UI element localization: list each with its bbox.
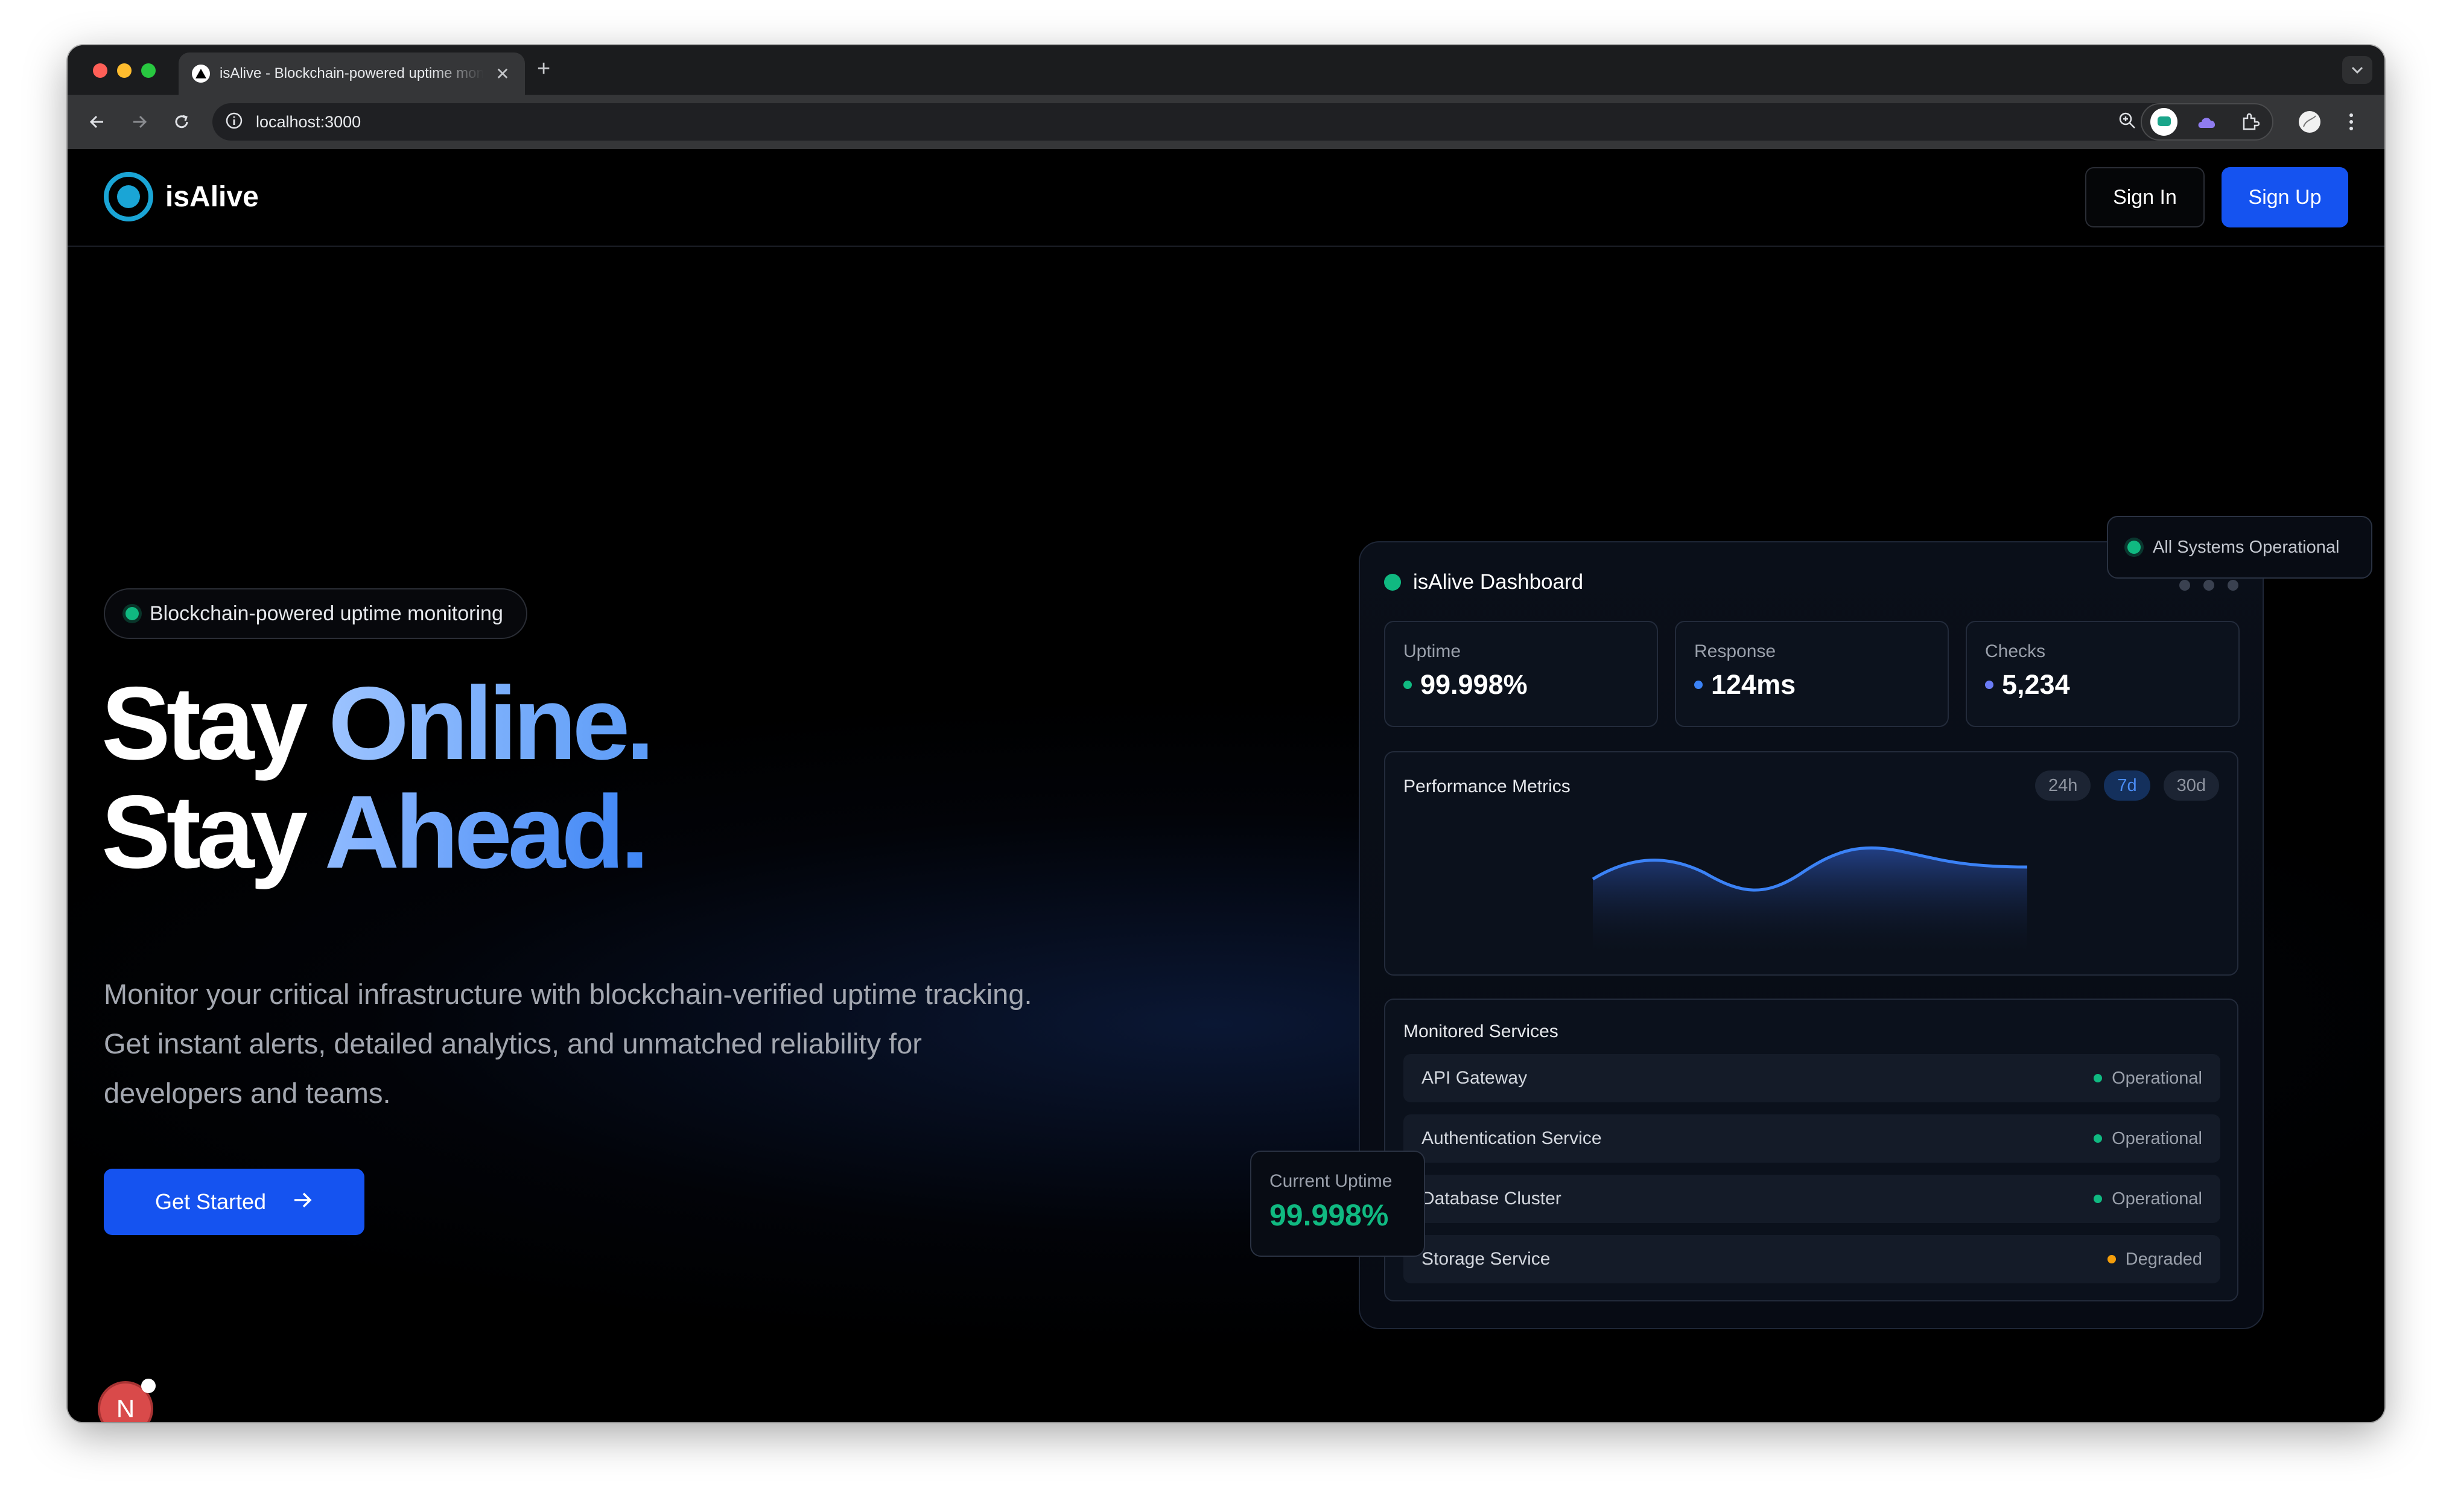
favicon-icon [192,65,210,83]
site-info-icon[interactable] [224,111,244,133]
dashboard-preview: isAlive Dashboard Uptime 99.998% Respons… [1359,541,2264,1329]
extension-cloud-icon[interactable] [2193,108,2220,136]
browser-tab-active[interactable]: isAlive - Blockchain-powered uptime moni… [179,52,525,95]
extension-chat-icon[interactable] [2150,108,2178,136]
performance-sparkline [1592,846,2028,958]
sign-up-button[interactable]: Sign Up [2222,167,2348,227]
browser-toolbar: localhost:3000 [68,95,2384,149]
current-uptime-value: 99.998% [1269,1198,1389,1232]
status-dot-icon [2094,1195,2103,1203]
brand-logo[interactable]: isAlive [104,172,259,221]
systems-status-text: All Systems Operational [2153,537,2340,557]
close-window-button[interactable] [93,63,107,78]
extensions-group [2141,103,2273,141]
service-row[interactable]: Database Cluster Operational [1403,1175,2220,1223]
hero-badge: Blockchain-powered uptime monitoring [104,588,527,639]
tab-strip: isAlive - Blockchain-powered uptime moni… [68,45,2384,95]
browser-window: isAlive - Blockchain-powered uptime moni… [68,45,2384,1422]
status-dot-icon [2107,1255,2116,1263]
stat-value: 99.998% [1420,669,1528,700]
status-dot-icon [2094,1134,2103,1143]
new-tab-icon[interactable]: + [537,56,550,82]
service-status: Operational [2112,1189,2202,1209]
extensions-puzzle-icon[interactable] [2237,108,2264,136]
stat-card-uptime: Uptime 99.998% [1384,621,1658,727]
site-navbar: isAlive Sign In Sign Up [68,149,2384,247]
headline-line1-gradient: Online. [328,665,655,781]
stat-dot-icon [1694,681,1703,689]
address-bar[interactable]: localhost:3000 [212,103,2185,141]
zoom-icon[interactable] [2118,111,2137,133]
stat-dot-icon [1403,681,1412,689]
service-status: Degraded [2125,1249,2202,1269]
hero-description: Monitor your critical infrastructure wit… [104,978,1032,1109]
dev-tools-badge[interactable]: N [98,1379,156,1422]
forward-arrow-icon[interactable] [127,109,152,135]
dev-badge-letter: N [116,1394,135,1422]
browser-menu-icon[interactable] [2342,109,2360,135]
window-dots-icon [2179,580,2238,591]
status-dot-icon [2094,1074,2103,1082]
performance-panel: Performance Metrics 24h 7d 30d [1384,751,2238,976]
hero-headline: Stay Online. Stay Ahead. [101,669,655,886]
logo-ring-icon [104,172,153,221]
headline-line1-white: Stay [101,665,308,781]
profile-avatar-icon[interactable] [2296,109,2323,135]
current-uptime-card: Current Uptime 99.998% [1250,1151,1425,1257]
service-name: Database Cluster [1421,1189,1561,1209]
services-panel: Monitored Services API Gateway Operation… [1384,999,2238,1301]
service-name: Storage Service [1421,1249,1551,1269]
current-uptime-label: Current Uptime [1269,1171,1393,1191]
status-dot-icon [125,607,139,620]
headline-line2-white: Stay [101,774,308,890]
stat-label: Uptime [1403,641,1461,661]
service-name: API Gateway [1421,1068,1528,1088]
service-name: Authentication Service [1421,1128,1602,1148]
brand-name: isAlive [165,180,259,213]
dashboard-header: isAlive Dashboard [1384,570,1583,594]
stat-dot-icon [1985,681,1993,689]
stat-label: Response [1694,641,1776,661]
stat-card-checks: Checks 5,234 [1966,621,2240,727]
get-started-button[interactable]: Get Started [104,1169,364,1235]
notification-dot-icon [141,1379,156,1393]
service-status: Operational [2112,1128,2202,1148]
systems-status-pill: All Systems Operational [2107,516,2372,579]
arrow-right-icon [293,1189,313,1215]
dashboard-title: isAlive Dashboard [1413,570,1584,594]
minimize-window-button[interactable] [117,63,132,78]
maximize-window-button[interactable] [141,63,156,78]
tab-search-button[interactable] [2342,56,2372,84]
service-row[interactable]: Storage Service Degraded [1403,1235,2220,1283]
tab-title: isAlive - Blockchain-powered uptime moni… [220,65,484,81]
stat-value: 5,234 [2002,669,2070,700]
close-tab-icon[interactable]: ✕ [494,64,512,84]
service-status: Operational [2112,1068,2202,1088]
sign-in-button[interactable]: Sign In [2085,167,2205,227]
stat-label: Checks [1985,641,2046,661]
services-title: Monitored Services [1403,1021,1558,1041]
status-dot-icon [1384,574,1401,591]
service-row[interactable]: Authentication Service Operational [1403,1114,2220,1163]
get-started-label: Get Started [154,1189,267,1214]
service-row[interactable]: API Gateway Operational [1403,1054,2220,1102]
headline-line2-gradient: Ahead. [324,774,649,890]
back-arrow-icon[interactable] [84,109,110,135]
page-viewport: isAlive Sign In Sign Up Blockchain-power… [68,149,2384,1422]
stat-value: 124ms [1711,669,1796,700]
url-text: localhost:3000 [256,112,361,131]
status-dot-icon [2127,541,2141,554]
reload-icon[interactable] [169,109,194,135]
stat-card-response: Response 124ms [1675,621,1949,727]
hero-badge-text: Blockchain-powered uptime monitoring [150,602,503,625]
